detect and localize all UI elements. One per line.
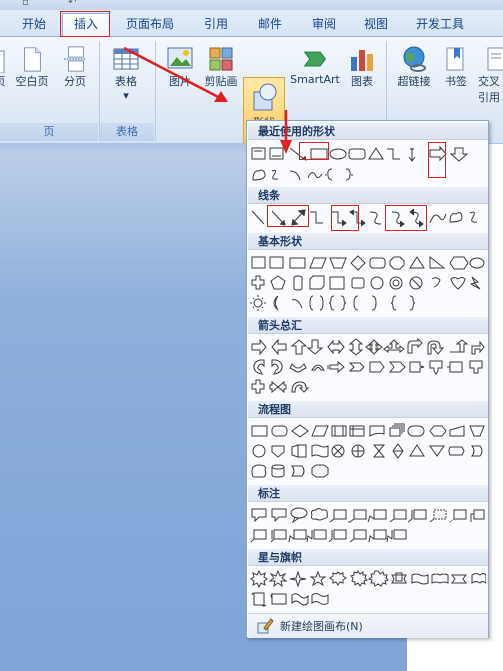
callouts-row-1 — [250, 506, 486, 524]
page-break-button[interactable]: 分页 — [56, 45, 94, 89]
tab-references[interactable]: 引用 — [194, 14, 238, 34]
recent-shapes-icons-2[interactable] — [250, 166, 486, 184]
drawing-canvas-icon — [257, 618, 274, 634]
basic-shapes-icons-2[interactable] — [250, 274, 486, 292]
tab-review[interactable]: 审阅 — [302, 14, 346, 34]
quick-access-icon[interactable]: ▫ — [22, 0, 29, 8]
arrows-row-2 — [250, 358, 486, 376]
recent-shape-highlight-1 — [299, 142, 329, 160]
annotation-arrow — [123, 46, 228, 102]
smartart-icon — [303, 51, 327, 67]
stars-row-1 — [250, 570, 486, 588]
page-break-icon — [63, 46, 87, 72]
curved-connector-highlight — [385, 205, 427, 231]
title-bar: ▫ ↶ — [0, 0, 503, 10]
smartart-button[interactable]: SmartArt — [288, 45, 342, 86]
globe-icon — [403, 46, 426, 72]
new-drawing-canvas-item[interactable]: 新建绘图画布(N) — [248, 613, 488, 638]
flowchart-row-1 — [250, 422, 486, 440]
chart-button[interactable]: 图表 — [344, 45, 380, 89]
stars-row-2 — [250, 590, 486, 608]
bookmark-label: 书签 — [445, 75, 467, 88]
flowchart-row-2 — [250, 442, 486, 460]
recent-shapes-row-2 — [250, 166, 486, 184]
hyperlink-button[interactable]: 超链接 — [392, 45, 436, 89]
hyperlink-label: 超链接 — [397, 75, 431, 88]
flowchart-icons-3[interactable] — [250, 462, 486, 480]
cross-reference-icon — [487, 47, 503, 71]
page-break-label: 分页 — [64, 75, 86, 88]
callouts-row-2 — [250, 526, 486, 544]
elbow-connector-highlight — [331, 205, 359, 231]
block-arrows-icons-1[interactable] — [250, 338, 486, 356]
bookmark-button[interactable]: 书签 — [438, 45, 474, 89]
tab-mailings[interactable]: 邮件 — [248, 14, 292, 34]
tab-view[interactable]: 视图 — [354, 14, 398, 34]
cover-page-label: 页 — [0, 75, 6, 88]
block-arrows-icons-2[interactable] — [250, 358, 486, 376]
pages-group-label: 页 — [0, 123, 98, 141]
cover-page-button[interactable]: 页 — [0, 45, 8, 89]
tab-page-layout[interactable]: 页面布局 — [118, 14, 182, 34]
section-basic-shapes: 基本形状 — [248, 233, 488, 250]
new-drawing-canvas-label: 新建绘图画布(N) — [280, 620, 363, 633]
bookmark-icon — [446, 47, 464, 71]
basic-shapes-icons-3[interactable] — [250, 294, 486, 312]
section-callouts: 标注 — [248, 485, 488, 502]
blank-page-label: 空白页 — [15, 75, 49, 88]
callouts-icons-2[interactable] — [250, 526, 486, 544]
annotation-arrow-small — [280, 110, 292, 154]
undo-icon[interactable]: ↶ — [68, 0, 76, 8]
tab-developer[interactable]: 开发工具 — [408, 14, 472, 34]
table-group-label: 表格 — [100, 123, 154, 141]
insert-tab-highlight — [60, 11, 110, 37]
flowchart-icons-2[interactable] — [250, 442, 486, 460]
line-arrow-highlight — [267, 205, 309, 227]
section-block-arrows: 箭头总汇 — [248, 317, 488, 334]
arrows-row-3 — [250, 378, 486, 396]
shapes-gallery: 最近使用的形状 线条 基本形状 箭头总汇 流程图 标注 星与旗帜 新建绘图画布(… — [246, 120, 489, 638]
blank-page-button[interactable]: 空白页 — [12, 45, 52, 89]
blank-page-icon — [24, 47, 41, 72]
section-flowchart: 流程图 — [248, 401, 488, 418]
chart-label: 图表 — [351, 75, 373, 88]
section-lines: 线条 — [248, 187, 488, 204]
cross-reference-button[interactable]: 交叉 引用 — [478, 45, 503, 105]
cross-reference-label-2: 引用 — [478, 91, 500, 104]
basic-shapes-row-2 — [250, 274, 486, 292]
cross-reference-label-1: 交叉 — [478, 75, 500, 88]
arrows-row-1 — [250, 338, 486, 356]
flowchart-icons-1[interactable] — [250, 422, 486, 440]
quick-access-toolbar: ▫ ↶ — [20, 0, 110, 10]
callouts-icons-1[interactable] — [250, 506, 486, 524]
tab-home[interactable]: 开始 — [12, 14, 56, 34]
block-arrows-icons-3[interactable] — [250, 378, 486, 396]
stars-banners-icons-1[interactable] — [250, 570, 486, 588]
basic-shapes-icons-1[interactable] — [250, 254, 486, 272]
smartart-label: SmartArt — [290, 73, 340, 86]
basic-shapes-row-1 — [250, 254, 486, 272]
section-stars-banners: 星与旗帜 — [248, 549, 488, 566]
chart-icon — [351, 50, 373, 71]
basic-shapes-row-3 — [250, 294, 486, 312]
flowchart-row-3 — [250, 462, 486, 480]
stars-banners-icons-2[interactable] — [250, 590, 486, 608]
recent-shape-highlight-2 — [428, 142, 446, 178]
